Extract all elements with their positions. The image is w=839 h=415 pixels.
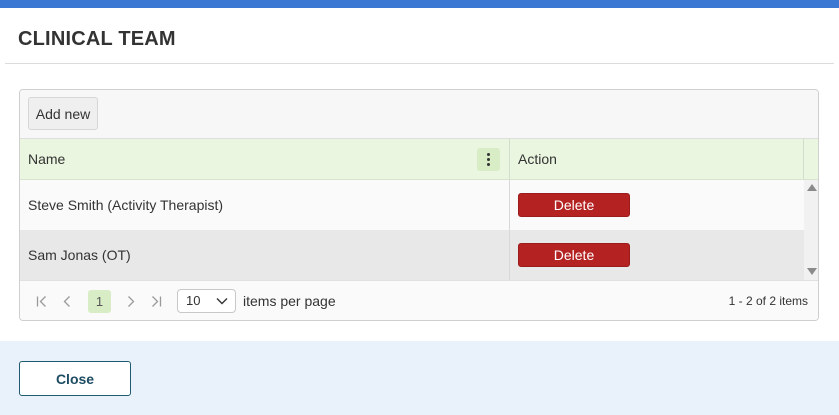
title-divider xyxy=(5,63,834,64)
grid-body: Steve Smith (Activity Therapist) Delete … xyxy=(20,180,804,280)
vertical-dots-icon[interactable] xyxy=(477,148,500,171)
column-header-action: Action xyxy=(510,139,804,179)
dialog-title: CLINICAL TEAM xyxy=(18,28,176,50)
column-header-name-label: Name xyxy=(28,151,66,167)
cell-name: Steve Smith (Activity Therapist) xyxy=(20,180,510,230)
cell-action: Delete xyxy=(510,230,804,280)
add-new-button[interactable]: Add new xyxy=(28,97,98,130)
column-header-action-label: Action xyxy=(518,151,557,167)
delete-button[interactable]: Delete xyxy=(518,193,630,217)
table-row[interactable]: Sam Jonas (OT) Delete xyxy=(20,230,804,280)
pager-info: 1 - 2 of 2 items xyxy=(728,294,808,308)
window-top-bar xyxy=(0,0,839,8)
clinical-team-grid: Add new Name Action Steve Smith (Activit… xyxy=(19,89,819,321)
arrow-down-icon[interactable] xyxy=(807,268,817,275)
items-per-page-label: items per page xyxy=(243,293,336,309)
grid-pager: 1 10 items per page 1 - 2 of 2 items xyxy=(20,280,818,320)
delete-button[interactable]: Delete xyxy=(518,243,630,267)
cell-name: Sam Jonas (OT) xyxy=(20,230,510,280)
chevron-right-icon[interactable] xyxy=(119,290,142,313)
column-header-name[interactable]: Name xyxy=(20,139,510,179)
close-button[interactable]: Close xyxy=(19,361,131,396)
grid-scrollbar[interactable] xyxy=(804,180,818,280)
page-number-current[interactable]: 1 xyxy=(88,290,111,313)
page-size-select[interactable]: 10 xyxy=(177,289,236,313)
last-page-icon[interactable] xyxy=(145,290,168,313)
arrow-up-icon[interactable] xyxy=(807,184,817,191)
first-page-icon[interactable] xyxy=(30,290,53,313)
cell-action: Delete xyxy=(510,180,804,230)
grid-header: Name Action xyxy=(20,139,818,180)
dialog-footer: Close xyxy=(0,341,839,415)
chevron-left-icon[interactable] xyxy=(56,290,79,313)
table-row[interactable]: Steve Smith (Activity Therapist) Delete xyxy=(20,180,804,230)
page-size-value: 10 xyxy=(186,293,201,308)
chevron-down-icon xyxy=(216,298,228,305)
grid-toolbar: Add new xyxy=(20,90,818,139)
